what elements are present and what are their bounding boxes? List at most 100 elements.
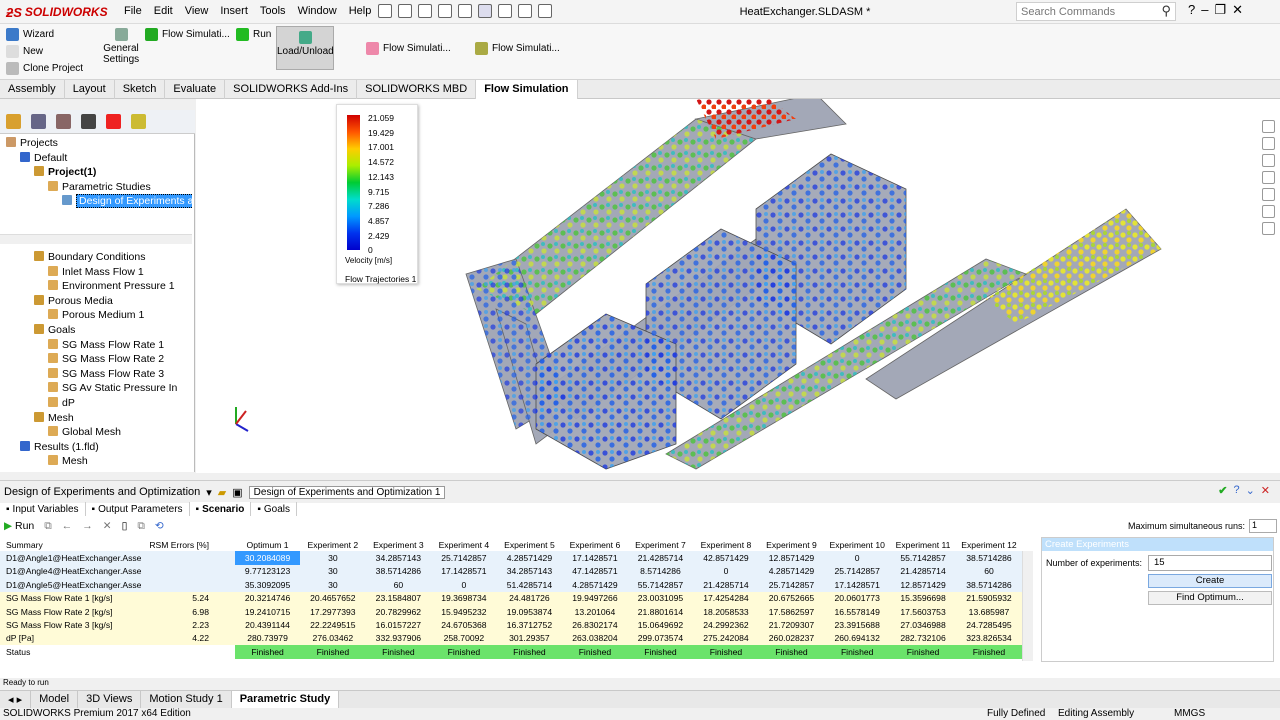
tree-node[interactable]: Projects	[0, 136, 192, 151]
table-cell[interactable]: 19.0953874	[496, 604, 563, 619]
table-cell[interactable]: 47.1428571	[562, 564, 628, 579]
table-cell[interactable]: 17.1428571	[431, 564, 497, 579]
table-cell[interactable]: 55.7142857	[627, 578, 694, 592]
tree-node[interactable]: Project(1)	[0, 165, 192, 180]
table-cell[interactable]: 19.3698734	[431, 591, 497, 605]
table-cell[interactable]: 258.70092	[431, 631, 497, 646]
subtab-output-parameters[interactable]: ▪ Output Parameters	[86, 502, 190, 516]
menu-insert[interactable]: Insert	[214, 5, 254, 17]
load-unload-button[interactable]: Load/Unload	[276, 26, 334, 70]
flow-sim-dropdown-3[interactable]: Flow Simulati...	[475, 42, 560, 55]
table-cell[interactable]: 15.9495232	[431, 604, 497, 619]
table-cell[interactable]: 23.3915688	[824, 618, 891, 632]
flow-simulation-tree-icon[interactable]	[131, 114, 146, 129]
column-header[interactable]: Experiment 4	[431, 538, 497, 552]
table-cell[interactable]: 4.28571429	[496, 551, 563, 565]
close-icon[interactable]: ✕	[1232, 2, 1243, 18]
tree-node[interactable]: Environment Pressure 1	[0, 279, 192, 294]
table-cell[interactable]: Finished	[758, 645, 825, 659]
table-cell[interactable]: 30	[300, 564, 366, 579]
horizontal-scrollbar[interactable]	[0, 234, 192, 244]
subtab-scenario[interactable]: ▪ Scenario	[189, 502, 252, 516]
table-cell[interactable]: 16.0157227	[365, 618, 432, 632]
table-cell[interactable]: 51.4285714	[496, 578, 563, 592]
table-cell[interactable]: 24.6705368	[431, 618, 497, 632]
table-cell[interactable]: 38.5714286	[365, 564, 432, 579]
home-icon[interactable]	[1262, 120, 1275, 133]
table-cell[interactable]: 19.9497266	[562, 591, 628, 605]
search-icon[interactable]: ⚲	[1161, 3, 1171, 19]
table-cell[interactable]: 24.481726	[496, 591, 563, 605]
table-cell[interactable]: Finished	[431, 645, 497, 659]
open-folder-icon[interactable]	[398, 4, 412, 18]
tree-node[interactable]: Porous Media	[0, 294, 192, 309]
print-icon[interactable]	[438, 4, 452, 18]
table-cell[interactable]: 12.8571429	[890, 578, 956, 592]
flow-sim-dropdown-1[interactable]: Flow Simulati...	[145, 28, 230, 41]
tab-flow-simulation[interactable]: Flow Simulation	[476, 80, 578, 99]
tree-node[interactable]: Parametric Studies	[0, 180, 192, 195]
save-icon[interactable]	[418, 4, 432, 18]
new-project-button[interactable]: New	[6, 45, 43, 58]
general-settings-button[interactable]: General Settings	[103, 28, 139, 65]
tree-node[interactable]: dP	[0, 396, 192, 411]
table-cell[interactable]: 38.5714286	[955, 551, 1022, 565]
tab-solidworks-mbd[interactable]: SOLIDWORKS MBD	[357, 80, 477, 99]
wizard-button[interactable]: Wizard	[6, 28, 54, 41]
table-cell[interactable]: 260.694132	[824, 631, 891, 646]
table-cell[interactable]: 0	[824, 551, 891, 565]
table-cell[interactable]: 19.2410715	[235, 604, 301, 619]
run-button[interactable]: Run	[236, 28, 271, 41]
tab-assembly[interactable]: Assembly	[0, 80, 65, 99]
table-cell[interactable]: 21.8801614	[627, 604, 694, 619]
table-cell[interactable]: Finished	[562, 645, 628, 659]
table-cell[interactable]: 282.732106	[890, 631, 956, 646]
design-library-icon[interactable]	[1262, 137, 1275, 150]
options-gear-icon[interactable]	[538, 4, 552, 18]
flow-sim-dropdown-2[interactable]: Flow Simulati...	[366, 42, 451, 55]
dim-expert-icon[interactable]	[81, 114, 96, 129]
config-manager-icon[interactable]	[56, 114, 71, 129]
table-cell[interactable]: 20.6752665	[758, 591, 825, 605]
back-icon[interactable]: ←	[62, 520, 73, 532]
table-cell[interactable]: 22.2249515	[300, 618, 366, 632]
column-header[interactable]: Experiment 9	[758, 538, 825, 552]
table-cell[interactable]: 20.3214746	[235, 591, 301, 605]
undo-icon[interactable]	[458, 4, 472, 18]
column-header[interactable]: Experiment 2	[300, 538, 366, 552]
table-cell[interactable]: 13.201064	[562, 604, 628, 619]
column-header[interactable]: RSM Errors [%]	[149, 538, 235, 552]
table-cell[interactable]: 34.2857143	[365, 551, 432, 565]
run-button[interactable]: ▶ Run	[4, 520, 34, 532]
find-optimum-button[interactable]: Find Optimum...	[1148, 591, 1272, 605]
file-explorer-icon[interactable]	[1262, 154, 1275, 167]
table-cell[interactable]: 21.4285714	[627, 551, 694, 565]
column-header[interactable]: Experiment 12	[955, 538, 1022, 552]
stop-icon[interactable]: ⧉	[44, 520, 52, 533]
table-cell[interactable]: 15.3596698	[890, 591, 956, 605]
subtab-goals[interactable]: ▪ Goals	[251, 502, 298, 516]
table-cell[interactable]: 18.2058533	[693, 604, 759, 619]
table-cell[interactable]: Finished	[627, 645, 694, 659]
table-cell[interactable]: 9.77123123	[235, 564, 301, 579]
study-name-dropdown[interactable]: Design of Experiments and Optimization	[4, 486, 200, 498]
study-name-field[interactable]: Design of Experiments and Optimization 1	[248, 485, 446, 499]
table-cell[interactable]: 42.8571429	[693, 551, 759, 565]
solidworks-logo[interactable]: ƻS SOLIDWORKS	[6, 4, 108, 20]
table-cell[interactable]: 17.1428571	[562, 551, 628, 565]
table-cell[interactable]: 17.5603753	[890, 604, 956, 619]
tree-node[interactable]: Default	[0, 151, 192, 166]
table-cell[interactable]: 275.242084	[693, 631, 759, 646]
new-document-icon[interactable]	[378, 4, 392, 18]
table-cell[interactable]: 21.7209307	[758, 618, 825, 632]
restore-icon[interactable]: ❐	[1214, 2, 1226, 18]
table-cell[interactable]: 60	[955, 564, 1022, 579]
tree-node[interactable]: Mesh	[0, 411, 192, 426]
table-cell[interactable]: 20.4657652	[300, 591, 366, 605]
table-cell[interactable]: 13.685987	[955, 604, 1022, 619]
tree-node[interactable]: Porous Medium 1	[0, 308, 192, 323]
menu-tools[interactable]: Tools	[254, 5, 292, 17]
table-cell[interactable]: 21.5905932	[955, 591, 1022, 605]
velocity-legend[interactable]: 21.059 19.429 17.001 14.572 12.143 9.715 7.286…	[336, 104, 418, 284]
subtab-input-variables[interactable]: ▪ Input Variables	[0, 502, 86, 516]
